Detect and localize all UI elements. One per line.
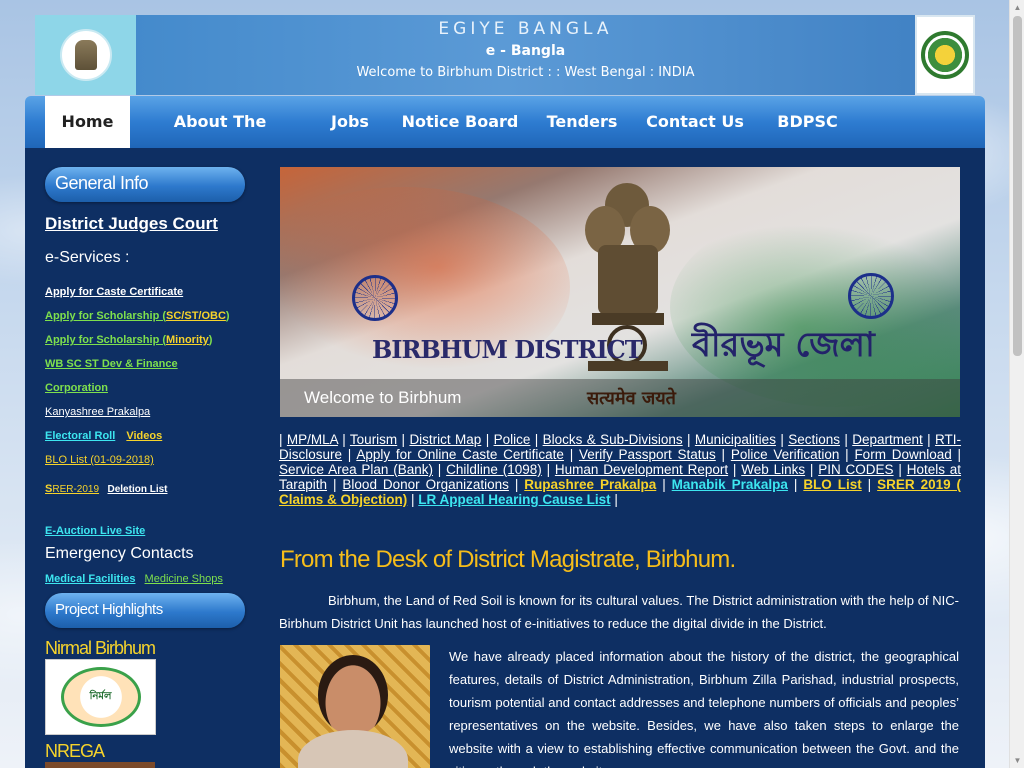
desk-heading: From the Desk of District Magistrate, Bi… bbox=[280, 546, 736, 573]
nav-jobs[interactable]: Jobs bbox=[320, 96, 380, 148]
medicine-shops-link[interactable]: Medicine Shops bbox=[145, 573, 223, 585]
intro-paragraph: Birbhum, the Land of Red Soil is known f… bbox=[279, 593, 959, 631]
hero-banner: BIRBHUM DISTRICT বীরভূম জেলা Welcome to … bbox=[280, 167, 960, 417]
electoral-roll-link[interactable]: Electoral Roll bbox=[45, 430, 115, 442]
quick-links: | MP/MLA | Tourism | District Map | Poli… bbox=[279, 432, 962, 507]
scroll-down-icon[interactable]: ▼ bbox=[1010, 753, 1024, 768]
general-info-header: General Info bbox=[45, 167, 245, 202]
nav-contact-us[interactable]: Contact Us bbox=[645, 96, 745, 148]
banner-welcome: Welcome to Birbhum bbox=[304, 388, 462, 407]
quick-link[interactable]: Tourism bbox=[350, 432, 397, 447]
quick-link[interactable]: District Map bbox=[409, 432, 481, 447]
nav-notice-board[interactable]: Notice Board bbox=[400, 96, 520, 148]
scholarship-minority-link[interactable]: Apply for Scholarship (Minority) bbox=[45, 334, 212, 346]
nav-bdpsc[interactable]: BDPSC bbox=[770, 96, 845, 148]
header-subtitle: e - Bangla bbox=[485, 43, 566, 59]
nirmal-birbhum-heading: Nirmal Birbhum bbox=[45, 638, 156, 658]
scroll-thumb[interactable] bbox=[1013, 16, 1022, 356]
quick-link[interactable]: Department bbox=[852, 432, 923, 447]
quick-link[interactable]: Human Development Report bbox=[555, 462, 728, 477]
project-highlights-header: Project Highlights bbox=[45, 593, 245, 628]
district-judges-court-link[interactable]: District Judges Court bbox=[45, 214, 218, 234]
ashoka-chakra-icon-right bbox=[848, 273, 894, 319]
quick-link[interactable]: Verify Passport Status bbox=[579, 447, 716, 462]
ashoka-chakra-icon-left bbox=[352, 275, 398, 321]
quick-link[interactable]: Blood Donor Organizations bbox=[342, 477, 508, 492]
nav-home[interactable]: Home bbox=[45, 96, 130, 148]
videos-link[interactable]: Videos bbox=[126, 430, 162, 442]
header-welcome: Welcome to Birbhum District : : West Ben… bbox=[356, 65, 695, 80]
quick-link[interactable]: MP/MLA bbox=[287, 432, 338, 447]
banner-bengali-title: বীরভূম জেলা bbox=[692, 325, 875, 365]
srer-row: SRER-2019 Deletion List bbox=[45, 483, 168, 495]
quick-link[interactable]: Manabik Prakalpa bbox=[672, 477, 788, 492]
quick-link[interactable]: Sections bbox=[788, 432, 840, 447]
nrega-heading: NREGA bbox=[45, 741, 105, 761]
nirmal-logo-text: নির্মল bbox=[60, 667, 141, 727]
scroll-up-icon[interactable]: ▲ bbox=[1010, 0, 1024, 15]
e-auction-link[interactable]: E-Auction Live Site bbox=[45, 525, 145, 537]
nirmal-birbhum-logo[interactable]: নির্মল bbox=[45, 659, 156, 735]
page-scrollbar[interactable]: ▲ ▼ bbox=[1009, 0, 1024, 768]
quick-link[interactable]: BLO List bbox=[803, 477, 861, 492]
quick-link[interactable]: Police Verification bbox=[731, 447, 840, 462]
wbsc-line1-link[interactable]: WB SC ST Dev & Finance bbox=[45, 358, 178, 370]
quick-link[interactable]: Web Links bbox=[741, 462, 805, 477]
caste-certificate-link[interactable]: Apply for Caste Certificate bbox=[45, 286, 183, 298]
district-magistrate-photo bbox=[280, 645, 430, 768]
lion-capital-icon bbox=[74, 40, 97, 70]
nav-about-district[interactable]: About The District bbox=[140, 96, 300, 183]
blo-list-sidebar-link[interactable]: BLO List (01-09-2018) bbox=[45, 454, 154, 466]
quick-link[interactable]: Blocks & Sub-Divisions bbox=[543, 432, 683, 447]
dm-message-paragraph: We have already placed information about… bbox=[449, 649, 959, 768]
quick-link[interactable]: Rupashree Prakalpa bbox=[524, 477, 656, 492]
quick-link[interactable]: Service Area Plan (Bank) bbox=[279, 462, 433, 477]
quick-link[interactable]: LR Appeal Hearing Cause List bbox=[418, 492, 610, 507]
quick-link[interactable]: Childline (1098) bbox=[446, 462, 542, 477]
nrega-image[interactable] bbox=[45, 762, 155, 768]
banner-title: BIRBHUM DISTRICT bbox=[372, 335, 643, 364]
quick-link[interactable]: PIN CODES bbox=[818, 462, 893, 477]
nav-tenders[interactable]: Tenders bbox=[542, 96, 622, 148]
emergency-contacts-heading: Emergency Contacts bbox=[45, 545, 194, 562]
kanyashree-link[interactable]: Kanyashree Prakalpa bbox=[45, 406, 150, 418]
medical-facilities-link[interactable]: Medical Facilities bbox=[45, 573, 135, 585]
site-header: EGIYE BANGLA e - Bangla Welcome to Birbh… bbox=[35, 15, 975, 95]
header-title: EGIYE BANGLA bbox=[438, 19, 613, 39]
banner-motto: सत्यमेव जयते bbox=[587, 388, 676, 409]
quick-link[interactable]: Apply for Online Caste Certificate bbox=[356, 447, 564, 462]
medical-row: Medical Facilities Medicine Shops bbox=[45, 573, 223, 585]
india-emblem-logo bbox=[35, 15, 136, 95]
deletion-list-link[interactable]: Deletion List bbox=[108, 484, 168, 495]
wbsc-line2-link[interactable]: Corporation bbox=[45, 382, 108, 394]
west-bengal-seal-logo bbox=[915, 15, 975, 95]
electoral-videos-row: Electoral Roll Videos bbox=[45, 430, 162, 442]
quick-link[interactable]: Police bbox=[494, 432, 531, 447]
scholarship-sc-link[interactable]: Apply for Scholarship (SC/ST/OBC) bbox=[45, 310, 230, 322]
quick-link[interactable]: Form Download bbox=[854, 447, 951, 462]
quick-link[interactable]: Municipalities bbox=[695, 432, 776, 447]
main-nav: Home About The District Jobs Notice Boar… bbox=[25, 96, 985, 183]
eservices-heading: e-Services : bbox=[45, 249, 130, 266]
